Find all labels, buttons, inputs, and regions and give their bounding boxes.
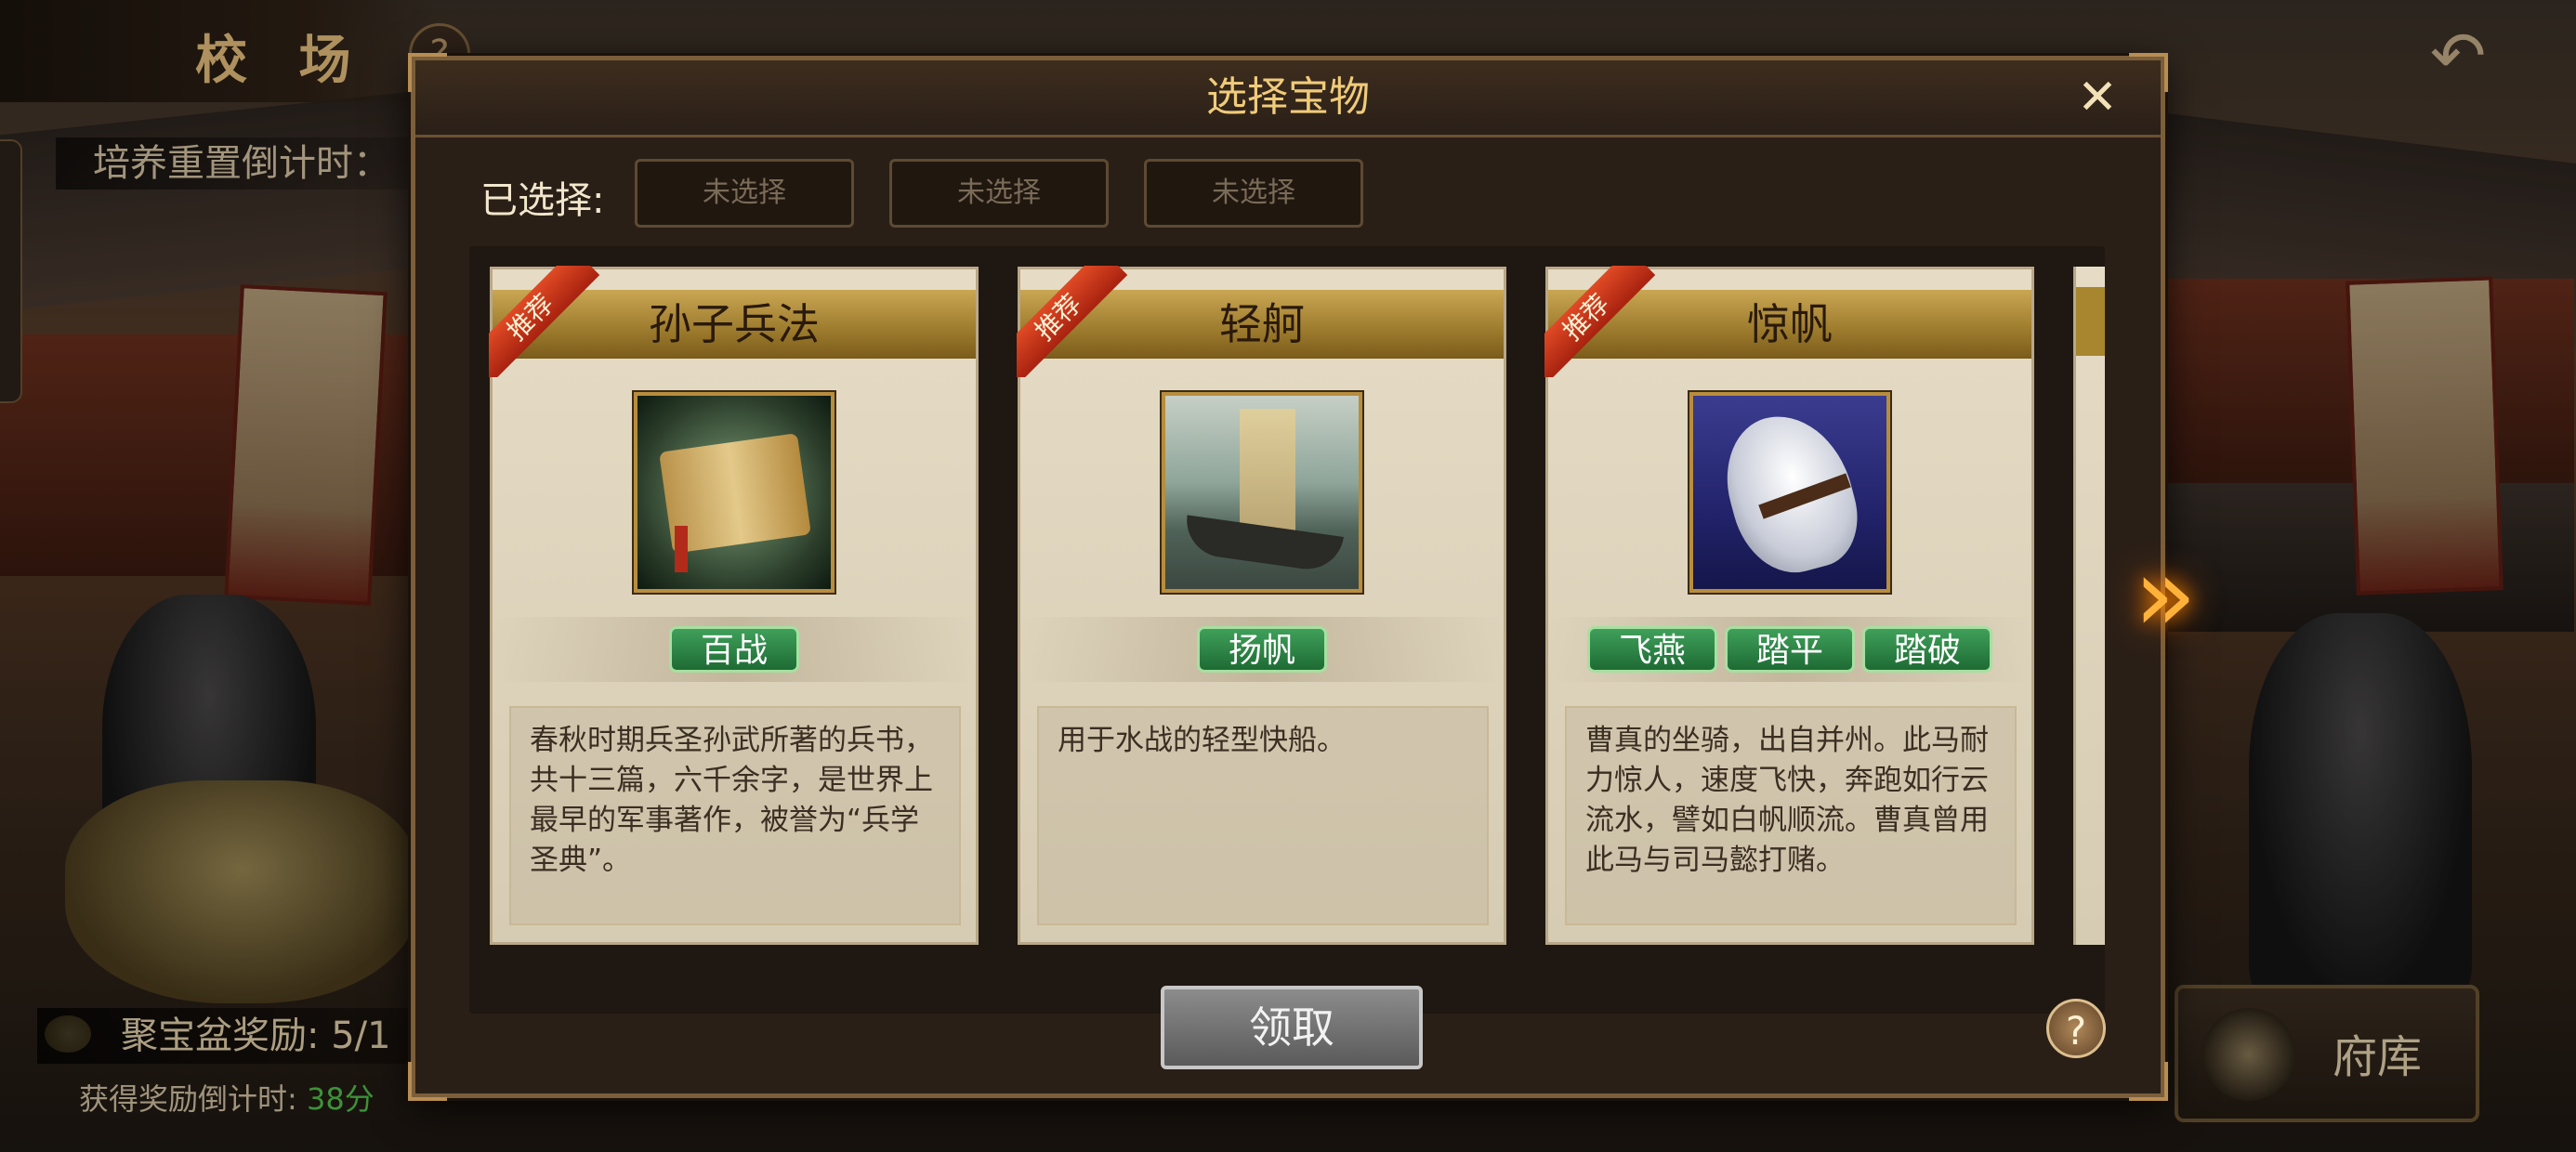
- skill-tag[interactable]: 百战: [669, 626, 799, 673]
- selected-slot-3[interactable]: 未选择: [1144, 159, 1363, 228]
- skill-tag[interactable]: 踏平: [1725, 626, 1855, 673]
- dialog-header: 选择宝物 ✕: [415, 60, 2161, 137]
- card-description: 曹真的坐骑，出自并州。此马耐力惊人，速度飞快，奔跑如行云流水，譬如白帆顺流。曹真…: [1565, 706, 2017, 925]
- recommend-badge: 推荐: [489, 266, 600, 377]
- skill-tag[interactable]: 扬帆: [1197, 626, 1327, 673]
- treasure-card-list[interactable]: 孙子兵法 推荐 百战 春秋时期兵圣孙武所著的兵书，共十三篇，六千余字，是世界上最…: [469, 246, 2105, 1014]
- corner-ornament: [2129, 1062, 2168, 1101]
- treasure-card-horse[interactable]: 惊帆 推荐 飞燕 踏平 踏破 曹真的坐骑，出自并州。此马耐力惊人，速度飞快，奔跑如行…: [1544, 266, 2034, 945]
- skill-tag[interactable]: 踏破: [1862, 626, 1992, 673]
- selected-slot-1[interactable]: 未选择: [635, 159, 854, 228]
- skill-row: 扬帆: [1020, 617, 1504, 682]
- recommend-badge: 推荐: [1017, 266, 1128, 377]
- treasure-card-sunzi[interactable]: 孙子兵法 推荐 百战 春秋时期兵圣孙武所著的兵书，共十三篇，六千余字，是世界上最…: [489, 266, 979, 945]
- corner-ornament: [408, 1062, 447, 1101]
- skill-tag[interactable]: 飞燕: [1587, 626, 1717, 673]
- scroll-icon: [634, 392, 835, 593]
- select-treasure-dialog: 选择宝物 ✕ 已选择: 未选择 未选择 未选择 孙子兵法 推荐 百战 春秋时期兵…: [408, 53, 2168, 1101]
- treasure-card-boat[interactable]: 轻舸 推荐 扬帆 用于水战的轻型快船。: [1017, 266, 1506, 945]
- card-description: 用于水战的轻型快船。: [1037, 706, 1489, 925]
- horse-icon: [1689, 392, 1890, 593]
- next-page-arrow-icon[interactable]: »: [2109, 539, 2221, 650]
- selected-label: 已选择:: [480, 179, 605, 222]
- skill-row: 飞燕 踏平 踏破: [1548, 617, 2031, 682]
- recommend-badge: 推荐: [1544, 266, 1656, 377]
- selected-slot-2[interactable]: 未选择: [889, 159, 1109, 228]
- treasure-card-next-peek[interactable]: [2073, 267, 2105, 945]
- dialog-title: 选择宝物: [1206, 73, 1370, 121]
- close-icon[interactable]: ✕: [2071, 72, 2123, 124]
- skill-row: 百战: [493, 617, 976, 682]
- claim-button[interactable]: 领取: [1161, 986, 1423, 1069]
- help-icon[interactable]: ?: [2046, 999, 2106, 1058]
- card-description: 春秋时期兵圣孙武所著的兵书，共十三篇，六千余字，是世界上最早的军事著作，被誉为“…: [509, 706, 961, 925]
- boat-icon: [1162, 392, 1362, 593]
